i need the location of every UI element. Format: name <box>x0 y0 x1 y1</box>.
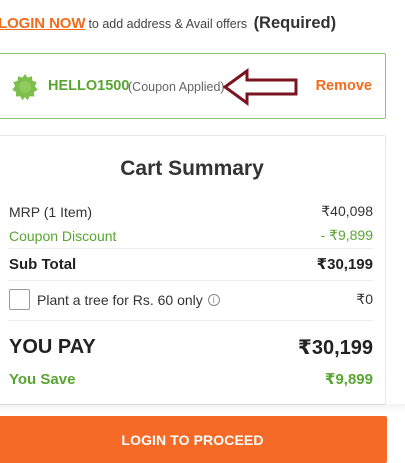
coupon-discount-label: Coupon Discount <box>9 227 117 244</box>
subtotal-row: Sub Total ₹30,199 <box>9 255 373 274</box>
you-pay-value: ₹30,199 <box>297 337 373 359</box>
divider <box>9 248 373 249</box>
coupon-code: HELLO1500 <box>48 78 130 94</box>
plant-tree-checkbox[interactable] <box>9 289 30 310</box>
remove-coupon-button[interactable]: Remove <box>316 78 372 94</box>
mrp-value: ₹40,098 <box>321 203 373 219</box>
info-icon[interactable]: i <box>207 293 220 306</box>
applied-coupon-card: HELLO1500 (Coupon Applied) Remove <box>0 53 386 119</box>
you-save-row: You Save ₹9,899 <box>9 370 373 389</box>
coupon-discount-row: Coupon Discount - ₹9,899 <box>9 227 373 244</box>
mrp-label: MRP (1 Item) <box>9 203 92 220</box>
login-now-link[interactable]: LOGIN NOW <box>0 15 86 32</box>
divider <box>9 320 373 321</box>
you-save-label: You Save <box>9 370 76 388</box>
you-pay-row: YOU PAY ₹30,199 <box>9 335 373 360</box>
footer-shadow <box>0 404 405 412</box>
subtotal-label: Sub Total <box>9 255 77 273</box>
coupon-discount-value: - ₹9,899 <box>320 227 374 243</box>
plant-tree-row: Plant a tree for Rs. 60 only i ₹0 <box>9 289 373 310</box>
coupon-status: (Coupon Applied) <box>128 80 225 94</box>
mrp-row: MRP (1 Item) ₹40,098 <box>9 203 373 220</box>
divider <box>9 280 373 281</box>
cart-summary: Cart Summary MRP (1 Item) ₹40,098 Coupon… <box>0 135 386 405</box>
subtotal-value: ₹30,199 <box>316 256 373 273</box>
plant-tree-value: ₹0 <box>356 291 373 307</box>
login-description: to add address & Avail offers <box>88 17 248 31</box>
required-label: (Required) <box>253 14 337 32</box>
login-banner: LOGIN NOW to add address & Avail offers (… <box>0 14 403 33</box>
you-save-value: ₹9,899 <box>325 371 373 388</box>
badge-icon <box>12 74 38 101</box>
login-to-proceed-button[interactable]: LOGIN TO PROCEED <box>0 416 387 463</box>
cart-summary-title: Cart Summary <box>120 157 264 180</box>
plant-tree-option: Plant a tree for Rs. 60 only i <box>9 289 220 310</box>
plant-tree-label: Plant a tree for Rs. 60 only <box>37 291 203 308</box>
arrow-left-icon <box>223 68 298 106</box>
you-pay-label: YOU PAY <box>9 336 96 358</box>
